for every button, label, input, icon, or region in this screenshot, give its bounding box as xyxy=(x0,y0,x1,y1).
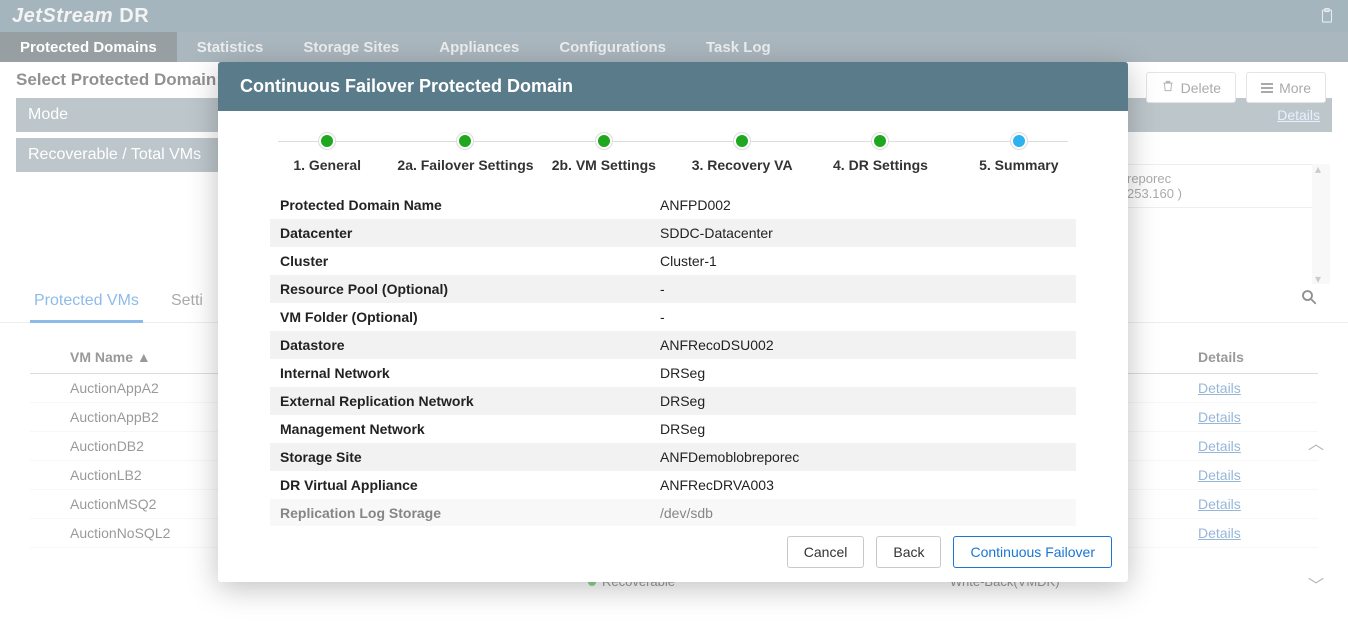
summary-row: VM Folder (Optional)- xyxy=(270,303,1076,331)
step-dot-icon xyxy=(596,133,612,149)
step-dot-icon xyxy=(457,133,473,149)
summary-row: DatacenterSDDC-Datacenter xyxy=(270,219,1076,247)
summary-row: DatastoreANFRecoDSU002 xyxy=(270,331,1076,359)
summary-row: Storage SiteANFDemoblobreporec xyxy=(270,443,1076,471)
step-dr-settings[interactable]: 4. DR Settings xyxy=(811,133,949,173)
summary-row: Internal NetworkDRSeg xyxy=(270,359,1076,387)
step-general[interactable]: 1. General xyxy=(258,133,396,173)
step-failover-settings[interactable]: 2a. Failover Settings xyxy=(396,133,534,173)
summary-row: Protected Domain NameANFPD002 xyxy=(270,191,1076,219)
step-recovery-va[interactable]: 3. Recovery VA xyxy=(673,133,811,173)
modal-body: ︿ Protected Domain NameANFPD002 Datacent… xyxy=(218,183,1128,526)
continuous-failover-button[interactable]: Continuous Failover xyxy=(953,536,1112,568)
modal-footer: Cancel Back Continuous Failover xyxy=(218,526,1128,582)
modal-title: Continuous Failover Protected Domain xyxy=(218,62,1128,111)
step-summary[interactable]: 5. Summary xyxy=(950,133,1088,173)
step-dot-icon xyxy=(1011,133,1027,149)
summary-row: DR Virtual ApplianceANFRecDRVA003 xyxy=(270,471,1076,499)
summary-row: Management NetworkDRSeg xyxy=(270,415,1076,443)
back-button[interactable]: Back xyxy=(876,536,941,568)
cancel-button[interactable]: Cancel xyxy=(787,536,865,568)
step-dot-icon xyxy=(319,133,335,149)
step-dot-icon xyxy=(872,133,888,149)
summary-row: Replication Log Storage/dev/sdb xyxy=(270,499,1076,526)
step-dot-icon xyxy=(734,133,750,149)
summary-row: ClusterCluster-1 xyxy=(270,247,1076,275)
failover-modal: Continuous Failover Protected Domain 1. … xyxy=(218,62,1128,582)
step-vm-settings[interactable]: 2b. VM Settings xyxy=(535,133,673,173)
summary-row: Resource Pool (Optional)- xyxy=(270,275,1076,303)
summary-row: External Replication NetworkDRSeg xyxy=(270,387,1076,415)
stepper: 1. General 2a. Failover Settings 2b. VM … xyxy=(218,111,1128,183)
